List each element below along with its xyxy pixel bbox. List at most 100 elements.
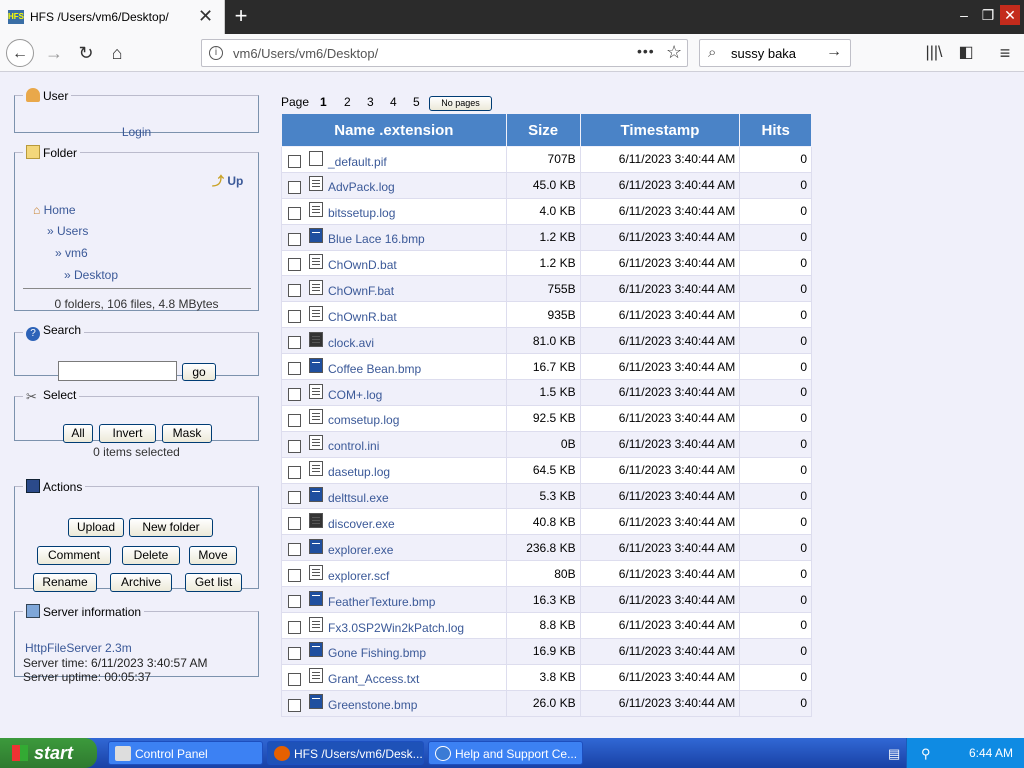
sort-by-timestamp-header[interactable]: Timestamp [579, 113, 741, 147]
tray-search-icon[interactable]: ⚲ [921, 746, 931, 762]
breadcrumb-home[interactable]: ⌂ Home [33, 203, 76, 217]
page-link-2[interactable]: 2 [344, 95, 351, 109]
tab-close-icon[interactable]: ✕ [198, 6, 213, 26]
file-checkbox[interactable] [288, 387, 301, 401]
file-checkbox[interactable] [288, 698, 301, 712]
file-checkbox[interactable] [288, 310, 301, 324]
home-button[interactable]: ⌂ [103, 39, 131, 67]
sort-by-hits-header[interactable]: Hits [739, 113, 812, 147]
get-list-button[interactable]: Get list [185, 573, 242, 592]
file-checkbox[interactable] [288, 672, 301, 686]
select-all-button[interactable]: All [63, 424, 93, 443]
page-link-5[interactable]: 5 [413, 95, 420, 109]
file-checkbox[interactable] [288, 543, 301, 557]
file-checkbox[interactable] [288, 595, 301, 608]
file-link[interactable]: delttsul.exe [328, 491, 389, 505]
comment-button[interactable]: Comment [37, 546, 111, 565]
new-tab-button[interactable]: + [228, 3, 254, 29]
file-link[interactable]: FeatherTexture.bmp [328, 595, 435, 609]
file-checkbox[interactable] [288, 620, 301, 634]
file-checkbox[interactable] [288, 646, 301, 660]
file-link[interactable]: clock.avi [328, 336, 374, 350]
login-link[interactable]: Login [15, 125, 258, 139]
file-link[interactable]: bitssetup.log [328, 206, 395, 220]
browser-tab[interactable]: HFS HFS /Users/vm6/Desktop/ ✕ [0, 0, 225, 34]
search-go-button[interactable]: go [182, 363, 216, 381]
file-checkbox[interactable] [288, 439, 301, 453]
back-button[interactable]: ← [6, 39, 34, 67]
page-link-4[interactable]: 4 [390, 95, 397, 109]
breadcrumb-desktop[interactable]: » Desktop [64, 268, 118, 282]
sort-by-name-header[interactable]: Name .extension [281, 113, 507, 147]
maximize-button[interactable]: ❐ [978, 5, 998, 25]
search-go-icon[interactable]: → [826, 43, 842, 61]
up-folder-link[interactable]: ⤴ Up [212, 172, 243, 189]
close-window-button[interactable]: ✕ [1000, 5, 1020, 25]
move-button[interactable]: Move [189, 546, 237, 565]
keyboard-icon[interactable]: ▤ [888, 746, 900, 762]
file-link[interactable]: discover.exe [328, 517, 395, 531]
file-link[interactable]: ChOwnF.bat [328, 284, 394, 298]
file-link[interactable]: control.ini [328, 439, 379, 453]
file-checkbox[interactable] [288, 491, 301, 505]
library-icon[interactable]: |||\ [920, 39, 948, 67]
file-link[interactable]: ChOwnD.bat [328, 258, 397, 272]
file-link[interactable]: Grant_Access.txt [328, 672, 419, 686]
start-button[interactable]: start [0, 738, 97, 768]
taskbar-help-support[interactable]: Help and Support Ce... [428, 741, 583, 765]
file-checkbox[interactable] [288, 413, 301, 427]
breadcrumb-users[interactable]: » Users [47, 224, 88, 238]
file-checkbox[interactable] [288, 569, 301, 583]
taskbar-control-panel[interactable]: Control Panel [108, 741, 263, 765]
minimize-button[interactable]: – [954, 5, 974, 25]
archive-button[interactable]: Archive [110, 573, 172, 592]
file-checkbox[interactable] [288, 361, 301, 375]
file-link[interactable]: Coffee Bean.bmp [328, 361, 421, 375]
file-link[interactable]: ChOwnR.bat [328, 310, 397, 324]
invert-selection-button[interactable]: Invert [99, 424, 156, 443]
file-checkbox[interactable] [288, 154, 301, 168]
page-link-1[interactable]: 1 [320, 95, 327, 109]
file-checkbox[interactable] [288, 258, 301, 272]
info-icon[interactable]: i [209, 46, 223, 60]
file-link[interactable]: _default.pif [328, 154, 387, 168]
no-pages-button[interactable]: No pages [429, 96, 492, 111]
search-bar[interactable]: ⌕ sussy baka → [699, 39, 851, 67]
mask-button[interactable]: Mask [162, 424, 212, 443]
hamburger-menu-icon[interactable]: ≡ [991, 39, 1019, 67]
upload-button[interactable]: Upload [68, 518, 124, 537]
file-link[interactable]: dasetup.log [328, 465, 390, 479]
search-input[interactable] [58, 361, 177, 381]
sort-by-size-header[interactable]: Size [505, 113, 581, 147]
new-folder-button[interactable]: New folder [129, 518, 213, 537]
url-bar[interactable]: i vm6/Users/vm6/Desktop/ ••• ☆ [201, 39, 688, 67]
taskbar-hfs-browser[interactable]: HFS /Users/vm6/Desk... [267, 741, 424, 765]
file-checkbox[interactable] [288, 180, 301, 194]
file-link[interactable]: COM+.log [328, 387, 382, 401]
breadcrumb-vm6[interactable]: » vm6 [55, 246, 88, 260]
file-checkbox[interactable] [288, 517, 301, 531]
file-checkbox[interactable] [288, 232, 301, 246]
forward-button[interactable]: → [40, 39, 68, 67]
sidebar-toggle-icon[interactable]: ◧ [952, 39, 980, 67]
page-actions-icon[interactable]: ••• [637, 43, 655, 59]
file-checkbox[interactable] [288, 206, 301, 220]
search-bar-value[interactable]: sussy baka [731, 46, 796, 61]
file-link[interactable]: Fx3.0SP2Win2kPatch.log [328, 620, 464, 634]
url-text[interactable]: vm6/Users/vm6/Desktop/ [233, 46, 378, 61]
file-link[interactable]: explorer.exe [328, 543, 393, 557]
bookmark-star-icon[interactable]: ☆ [666, 42, 682, 63]
reload-button[interactable]: ↻ [72, 39, 100, 67]
file-checkbox[interactable] [288, 284, 301, 298]
file-link[interactable]: explorer.scf [328, 569, 389, 583]
file-checkbox[interactable] [288, 465, 301, 479]
file-link[interactable]: comsetup.log [328, 413, 399, 427]
rename-button[interactable]: Rename [33, 573, 97, 592]
file-link[interactable]: Gone Fishing.bmp [328, 646, 426, 660]
delete-button[interactable]: Delete [122, 546, 180, 565]
file-link[interactable]: AdvPack.log [328, 180, 395, 194]
hfs-version-link[interactable]: HttpFileServer 2.3m [25, 641, 132, 655]
page-link-3[interactable]: 3 [367, 95, 374, 109]
file-checkbox[interactable] [288, 336, 301, 350]
file-link[interactable]: Greenstone.bmp [328, 698, 417, 712]
